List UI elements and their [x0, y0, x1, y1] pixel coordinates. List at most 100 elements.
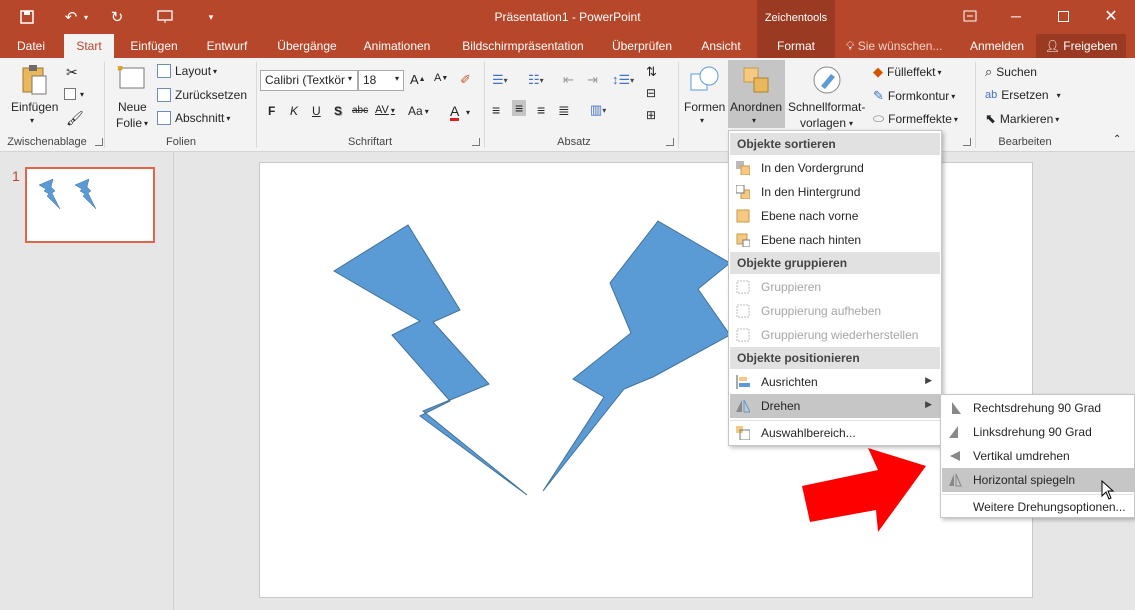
align-text-icon[interactable]: ⊟	[646, 86, 656, 100]
new-slide-label-1[interactable]: Neue	[118, 100, 147, 114]
paste-dropdown-icon[interactable]: ▾	[30, 116, 34, 125]
slide-thumbnail[interactable]	[25, 167, 155, 243]
quickstyles-icon[interactable]	[811, 64, 843, 94]
cut-icon[interactable]: ✂	[66, 64, 78, 81]
lightning-shape-right[interactable]	[542, 220, 731, 492]
strikethrough-button[interactable]: abc	[352, 105, 368, 116]
new-slide-icon[interactable]	[116, 66, 146, 90]
title-bar: ↶ ▾ ↻ ▾ Präsentation1 - PowerPoint Zeich…	[0, 0, 1135, 34]
close-icon[interactable]: ✕	[1088, 0, 1134, 32]
tab-format[interactable]: Format	[757, 34, 835, 58]
align-left-icon[interactable]: ≡	[492, 102, 500, 118]
menu-item-flip-vertical[interactable]: Vertikal umdrehen	[942, 444, 1135, 468]
font-size-value: 18	[363, 73, 377, 87]
menu-item-rotate[interactable]: Drehen ▶	[730, 394, 940, 418]
tab-datei[interactable]: Datei	[8, 34, 54, 58]
menu-item-bring-forward[interactable]: Ebene nach vorne	[730, 204, 940, 228]
align-right-icon[interactable]: ≡	[537, 102, 545, 118]
tab-uebergaenge[interactable]: Übergänge	[268, 34, 346, 58]
quickstyles-label-2[interactable]: vorlagen ▾	[800, 116, 853, 130]
font-color-dropdown-icon[interactable]: ▾	[466, 108, 470, 117]
flip-horizontal-icon	[948, 473, 962, 487]
char-spacing-label: AV	[375, 104, 389, 116]
layout-button[interactable]: Layout ▾	[157, 64, 217, 78]
clear-format-icon[interactable]: ✐	[460, 72, 471, 88]
shape-effects-button[interactable]: ⬭ Formeffekte ▾	[873, 111, 958, 127]
decrease-indent-icon[interactable]: ⇤	[563, 72, 574, 88]
replace-icon: ab	[985, 89, 998, 101]
signin-link[interactable]: Anmelden	[964, 34, 1030, 58]
arrange-label: Anordnen	[730, 100, 783, 114]
menu-section-order: Objekte sortieren	[730, 133, 940, 155]
replace-button[interactable]: ab Ersetzen ▾	[985, 88, 1061, 102]
rotate-icon	[736, 399, 751, 413]
menu-item-selection-pane[interactable]: Auswahlbereich...	[730, 420, 940, 444]
submenu-arrow-icon: ▶	[925, 375, 932, 385]
menu-item-regroup: Gruppierung wiederherstellen	[730, 323, 940, 347]
font-size-dropdown-icon[interactable]: ▾	[395, 74, 399, 83]
menu-item-rotate-right[interactable]: Rechtsdrehung 90 Grad	[942, 396, 1135, 420]
bullets-icon[interactable]: ☰ ▾	[492, 72, 508, 88]
font-color-button[interactable]: A	[450, 104, 460, 121]
increase-indent-icon[interactable]: ⇥	[587, 72, 598, 88]
shrink-font-icon[interactable]: A ▼	[434, 72, 448, 84]
minimize-icon[interactable]: ─	[993, 0, 1039, 32]
shadow-button[interactable]: S	[334, 104, 342, 118]
maximize-icon[interactable]	[1040, 0, 1086, 32]
format-painter-icon[interactable]: 🖌︎	[66, 110, 84, 127]
tab-bildschirmpraesentation[interactable]: Bildschirmpräsentation	[450, 34, 596, 58]
numbering-icon[interactable]: ☷ ▾	[528, 72, 544, 88]
clipboard-launcher-icon[interactable]	[95, 138, 103, 146]
grow-font-icon[interactable]: A ▲	[410, 72, 426, 87]
drawing-launcher-icon[interactable]	[963, 138, 971, 146]
lightning-shape-left[interactable]	[333, 224, 528, 496]
underline-button[interactable]: U	[312, 104, 321, 118]
new-slide-label-2[interactable]: Folie ▾	[116, 116, 148, 130]
tab-start[interactable]: Start	[64, 34, 114, 58]
justify-icon[interactable]: ≣	[558, 102, 570, 119]
tab-einfuegen[interactable]: Einfügen	[122, 34, 186, 58]
line-spacing-icon[interactable]: ↕☰ ▾	[612, 72, 634, 88]
restore-icon[interactable]	[947, 0, 993, 32]
shapes-label[interactable]: Formen	[684, 100, 725, 114]
font-group-label: Schriftart	[347, 136, 392, 148]
reset-button[interactable]: Zurücksetzen	[157, 88, 247, 102]
paragraph-launcher-icon[interactable]	[666, 138, 674, 146]
text-direction-icon[interactable]: ⇅	[646, 64, 657, 80]
section-button[interactable]: Abschnitt ▾	[157, 111, 230, 125]
columns-icon[interactable]: ▥ ▾	[590, 102, 606, 118]
font-name-box[interactable]: Calibri (Textkör	[260, 70, 358, 91]
menu-item-align[interactable]: Ausrichten ▶	[730, 370, 940, 394]
font-name-dropdown-icon[interactable]: ▾	[348, 74, 352, 83]
find-button[interactable]: ⌕ Suchen	[985, 64, 1037, 80]
menu-item-send-to-back[interactable]: In den Hintergrund	[730, 180, 940, 204]
menu-item-bring-to-front[interactable]: In den Vordergrund	[730, 156, 940, 180]
tab-ansicht[interactable]: Ansicht	[690, 34, 752, 58]
menu-item-send-backward[interactable]: Ebene nach hinten	[730, 228, 940, 252]
change-case-button[interactable]: Aa ▾	[408, 104, 429, 118]
tab-entwurf[interactable]: Entwurf	[196, 34, 258, 58]
bold-button[interactable]: F	[268, 104, 275, 118]
shapes-dropdown-icon[interactable]: ▾	[700, 116, 704, 125]
group-separator	[975, 62, 976, 148]
collapse-ribbon-icon[interactable]: ⌃	[1113, 134, 1121, 145]
shape-outline-button[interactable]: ✎ Formkontur ▾	[873, 88, 955, 104]
tab-ueberpruefen[interactable]: Überprüfen	[604, 34, 680, 58]
paste-button[interactable]	[20, 64, 50, 96]
share-button[interactable]: 👤︎ Freigeben	[1036, 34, 1126, 58]
menu-item-rotate-left[interactable]: Linksdrehung 90 Grad	[942, 420, 1135, 444]
group-separator	[678, 62, 679, 148]
smartart-convert-icon[interactable]: ⊞	[646, 108, 656, 122]
font-launcher-icon[interactable]	[472, 138, 480, 146]
shape-fill-button[interactable]: ◆ Fülleffekt ▾	[873, 64, 941, 80]
select-button[interactable]: ⬉ Markieren ▾	[985, 111, 1059, 127]
align-center-icon[interactable]: ≡	[512, 100, 527, 116]
italic-button[interactable]: K	[290, 104, 298, 118]
shapes-icon[interactable]	[689, 64, 721, 94]
tab-animationen[interactable]: Animationen	[354, 34, 440, 58]
quickstyles-label-1[interactable]: Schnellformat-	[788, 100, 865, 114]
copy-icon[interactable]: ▾	[64, 88, 84, 100]
regroup-label: Gruppierung wiederherstellen	[761, 328, 919, 342]
tell-me-box[interactable]: 💡︎ Sie wünschen...	[846, 34, 952, 58]
char-spacing-button[interactable]: AV ▾	[375, 104, 395, 116]
